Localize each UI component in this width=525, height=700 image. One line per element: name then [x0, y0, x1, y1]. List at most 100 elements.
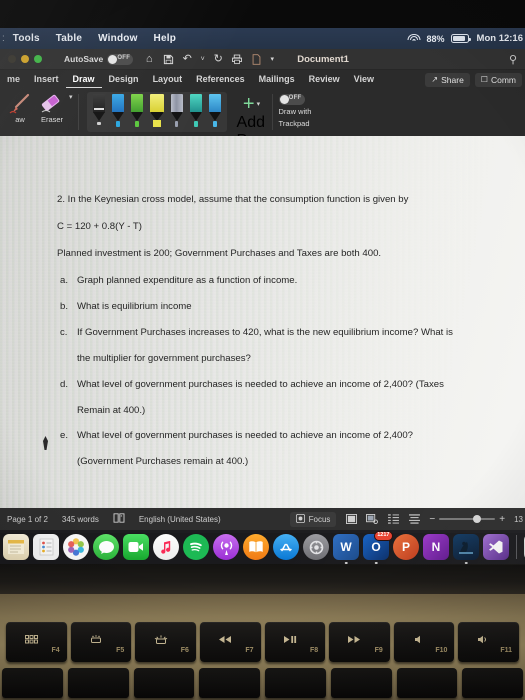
tab-layout[interactable]: Layout	[146, 72, 190, 87]
dock-kindle[interactable]	[453, 534, 479, 560]
pen-green[interactable]	[129, 94, 145, 130]
pencil-gray[interactable]	[169, 94, 185, 130]
number-key[interactable]	[265, 668, 326, 698]
number-key[interactable]	[2, 668, 63, 698]
minimize-button[interactable]	[21, 55, 29, 63]
tab-review[interactable]: Review	[302, 72, 347, 87]
key-f11-volume-down[interactable]: F11	[458, 622, 519, 662]
search-icon[interactable]: ⚲	[509, 53, 517, 66]
dock-music[interactable]	[153, 534, 179, 560]
tab-references[interactable]: References	[189, 72, 252, 87]
menu-window[interactable]: Window	[90, 33, 145, 44]
dock-contacts[interactable]	[33, 534, 59, 560]
dock-books[interactable]	[243, 534, 269, 560]
autosave-toggle-state: OFF	[117, 54, 131, 61]
dock-spotify[interactable]	[183, 534, 209, 560]
undo-chevron-down-icon[interactable]: ˅	[200, 53, 205, 65]
dock-visual-studio[interactable]	[483, 534, 509, 560]
web-layout-icon[interactable]	[366, 514, 379, 524]
pen-cyan[interactable]	[207, 94, 223, 130]
apple-menu-edge[interactable]: :	[0, 33, 5, 44]
number-key[interactable]	[330, 668, 392, 698]
eraser-tool[interactable]: Eraser	[35, 91, 69, 124]
add-pen-chevron-icon[interactable]: ▾	[257, 100, 261, 108]
tab-draw[interactable]: Draw	[65, 72, 102, 88]
clock[interactable]: Mon 12:16	[475, 33, 523, 44]
menu-tools[interactable]: Tools	[5, 33, 48, 44]
list-marker-b: b.	[60, 300, 69, 312]
key-f4-launchpad[interactable]: F4	[6, 622, 67, 662]
autosave-control[interactable]: AutoSave OFF	[64, 53, 134, 65]
toolbar-overflow-icon[interactable]: ▾	[269, 53, 275, 65]
zoom-level-label[interactable]: 13	[514, 515, 523, 524]
pen-blue[interactable]	[110, 94, 126, 130]
key-f6-keyboard-brightness-up[interactable]: F6	[135, 622, 196, 662]
dock-app-store[interactable]	[273, 534, 299, 560]
dock-messages[interactable]	[93, 534, 119, 560]
undo-icon[interactable]: ↶	[181, 53, 193, 65]
draw-with-trackpad-toggle[interactable]: OFF	[278, 94, 305, 105]
key-f9-fast-forward[interactable]: F9	[329, 622, 390, 662]
key-f5-keyboard-brightness-down[interactable]: F5	[70, 622, 132, 662]
svg-text:x: x	[121, 514, 123, 518]
tab-view[interactable]: View	[347, 72, 381, 87]
tab-insert[interactable]: Insert	[27, 72, 66, 87]
zoom-in-button[interactable]: +	[499, 514, 505, 525]
pen-black[interactable]	[91, 94, 107, 130]
number-key[interactable]	[462, 668, 523, 698]
outline-icon[interactable]	[387, 514, 399, 524]
dock-system-preferences[interactable]	[303, 534, 329, 560]
maximize-button[interactable]	[34, 55, 42, 63]
dock-outlook[interactable]: O 1217	[363, 531, 393, 560]
add-pen-group[interactable]: + ▾ Add Pen	[232, 91, 272, 149]
proofing-icon[interactable]: x	[106, 513, 132, 525]
number-key[interactable]	[396, 668, 458, 698]
pen-teal[interactable]	[188, 94, 204, 130]
dock-facetime[interactable]	[123, 534, 149, 560]
battery-icon[interactable]	[450, 34, 471, 43]
dock-podcasts[interactable]	[213, 534, 239, 560]
key-f8-play-pause[interactable]: F8	[264, 622, 326, 662]
number-key[interactable]	[67, 668, 129, 698]
zoom-slider[interactable]: − +	[429, 514, 505, 525]
wifi-icon[interactable]	[407, 33, 421, 44]
number-key-row	[2, 668, 523, 700]
document-page[interactable]: 2. In the Keynesian cross model, assume …	[0, 136, 525, 508]
language-indicator[interactable]: English (United States)	[132, 515, 228, 524]
tab-home[interactable]: me	[0, 72, 27, 87]
new-document-icon[interactable]	[250, 53, 262, 65]
page-indicator[interactable]: Page 1 of 2	[0, 515, 55, 524]
draft-icon[interactable]	[408, 514, 420, 524]
zoom-out-button[interactable]: −	[429, 514, 435, 525]
document-body[interactable]: 2. In the Keynesian cross model, assume …	[57, 194, 487, 482]
draw-tool[interactable]: aw	[5, 91, 35, 124]
menu-help[interactable]: Help	[146, 33, 184, 44]
dock-photos[interactable]	[63, 534, 89, 560]
dock-powerpoint[interactable]: P	[393, 534, 419, 560]
comments-button[interactable]: ☐ Comm	[474, 72, 522, 87]
print-icon[interactable]	[231, 53, 243, 65]
key-f10-mute[interactable]: F10	[393, 622, 455, 662]
word-count[interactable]: 345 words	[55, 515, 106, 524]
home-icon[interactable]: ⌂	[143, 53, 155, 65]
key-f7-rewind[interactable]: F7	[199, 622, 261, 662]
tab-design[interactable]: Design	[102, 72, 146, 87]
tab-mailings[interactable]: Mailings	[252, 72, 302, 87]
zoom-knob[interactable]	[473, 515, 482, 523]
pen-options-chevron-icon[interactable]: ▾	[69, 93, 73, 101]
dock-notes[interactable]	[3, 534, 29, 560]
number-key[interactable]	[133, 668, 195, 698]
save-icon[interactable]	[162, 53, 174, 65]
dock-onenote[interactable]: N	[423, 534, 449, 560]
dock-word[interactable]: W	[333, 534, 359, 560]
zoom-track[interactable]	[439, 515, 496, 523]
menu-table[interactable]: Table	[48, 33, 90, 44]
print-layout-icon[interactable]	[345, 514, 357, 524]
autosave-toggle[interactable]: OFF	[107, 53, 134, 65]
highlighter-yellow[interactable]	[148, 94, 166, 130]
focus-button[interactable]: Focus	[289, 511, 337, 527]
number-key[interactable]	[199, 668, 260, 698]
redo-icon[interactable]: ↻	[212, 53, 224, 65]
close-button[interactable]	[8, 55, 16, 63]
share-button[interactable]: ↗ Share	[425, 72, 470, 87]
